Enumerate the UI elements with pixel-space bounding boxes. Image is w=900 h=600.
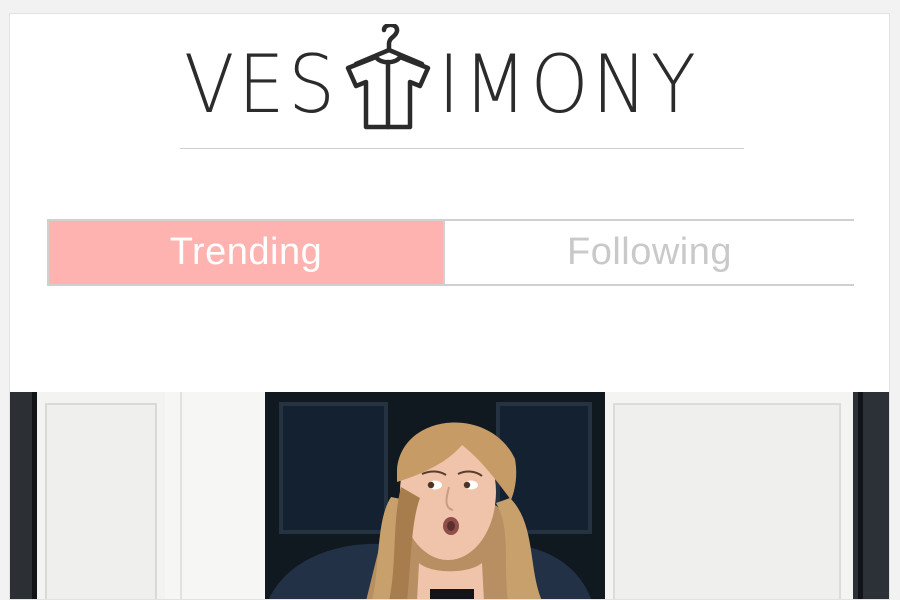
tab-trending[interactable]: Trending	[49, 221, 445, 284]
app-frame: VES IMONY Trending Following	[9, 13, 890, 600]
app-header: VES IMONY Trending Following	[10, 14, 889, 392]
woman-in-doorway-photo	[10, 392, 889, 599]
vestimony-logo[interactable]: VES IMONY	[180, 24, 744, 149]
logo-underline-divider	[180, 148, 744, 149]
feed-post-image[interactable]	[10, 392, 889, 599]
tab-following[interactable]: Following	[445, 221, 854, 284]
feed-tab-switcher: Trending Following	[47, 219, 854, 286]
tshirt-hanger-icon	[345, 24, 431, 130]
logo-text-suffix: IMONY	[438, 38, 700, 131]
logo-text-prefix: VES	[184, 38, 339, 131]
